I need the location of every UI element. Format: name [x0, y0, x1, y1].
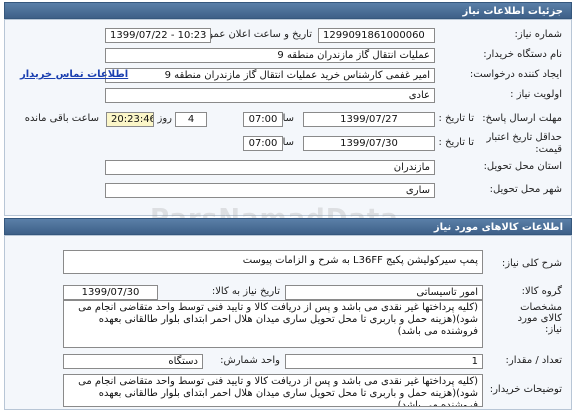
buyer-contact-link[interactable]: اطلاعات تماس خریدار	[20, 69, 128, 80]
specs-field: (کلیه پرداختها غیر نقدی می باشد و پس از …	[63, 300, 483, 348]
need-number-field: 1299091861000060	[318, 28, 435, 43]
buyer-notes-field: (کلیه پرداختها غیر نقدی می باشد و پس از …	[63, 374, 483, 407]
reply-time-field: 07:00	[243, 112, 283, 127]
validity-label-2: قیمت:	[535, 144, 562, 155]
city-label: شهر محل تحویل:	[489, 184, 562, 195]
remaining-days-field: 4	[175, 112, 207, 127]
buyer-name-field: عملیات انتقال گاز مازندران منطقه 9	[105, 48, 435, 63]
reply-date-field: 1399/07/27	[303, 112, 435, 127]
buyer-notes-label: توضیحات خریدار:	[489, 384, 562, 395]
specs-label: مشخصات کالای مورد نیاز:	[517, 302, 562, 335]
unit-label: واحد شمارش:	[220, 355, 280, 366]
countdown-timer: 20:23:46	[106, 112, 154, 127]
validity-date-field: 1399/07/30	[303, 136, 435, 151]
validity-label: حداقل تاریخ اعتبار	[486, 132, 562, 143]
reply-to-date-label: تا تاریخ :	[438, 113, 474, 124]
goods-group-label: گروه کالا:	[521, 286, 562, 297]
need-details-title: جزئیات اطلاعات نیاز	[462, 6, 563, 17]
summary-field: پمپ سیرکولیشن پکیج L36FF به شرح و الزاما…	[63, 250, 483, 274]
priority-field: عادی	[105, 88, 435, 103]
buyer-name-label: نام دستگاه خریدار:	[483, 49, 562, 60]
province-label: استان محل تحویل:	[483, 161, 562, 172]
validity-time-field: 07:00	[243, 136, 283, 151]
need-date-field: 1399/07/30	[63, 285, 158, 300]
city-field: ساری	[105, 183, 435, 198]
creator-field: امیر غفمی کارشناس خرید عملیات انتقال گاز…	[105, 68, 435, 83]
reply-deadline-label: مهلت ارسال پاسخ:	[482, 113, 562, 124]
creator-label: ایجاد کننده درخواست:	[469, 69, 562, 80]
announce-date-field: 1399/07/22 - 10:23	[105, 28, 211, 43]
quantity-label: تعداد / مقدار:	[505, 355, 562, 366]
quantity-field: 1	[285, 354, 483, 369]
need-number-label: شماره نیاز:	[514, 29, 563, 40]
remaining-hours-label: ساعت باقی مانده	[24, 113, 99, 124]
unit-field: دستگاه	[63, 354, 203, 369]
priority-label: اولویت نیاز :	[510, 89, 562, 100]
goods-group-field: امور تاسیساتی	[285, 285, 483, 300]
goods-info-header: اطلاعات کالاهای مورد نیاز	[4, 218, 572, 235]
need-details-header: جزئیات اطلاعات نیاز	[4, 2, 572, 19]
summary-label: شرح کلی نیاز:	[501, 258, 562, 269]
province-field: مازندران	[105, 160, 435, 175]
goods-info-title: اطلاعات کالاهای مورد نیاز	[433, 222, 563, 233]
validity-to-date-label: تا تاریخ :	[438, 137, 474, 148]
need-date-label: تاریخ نیاز به کالا:	[211, 286, 280, 297]
